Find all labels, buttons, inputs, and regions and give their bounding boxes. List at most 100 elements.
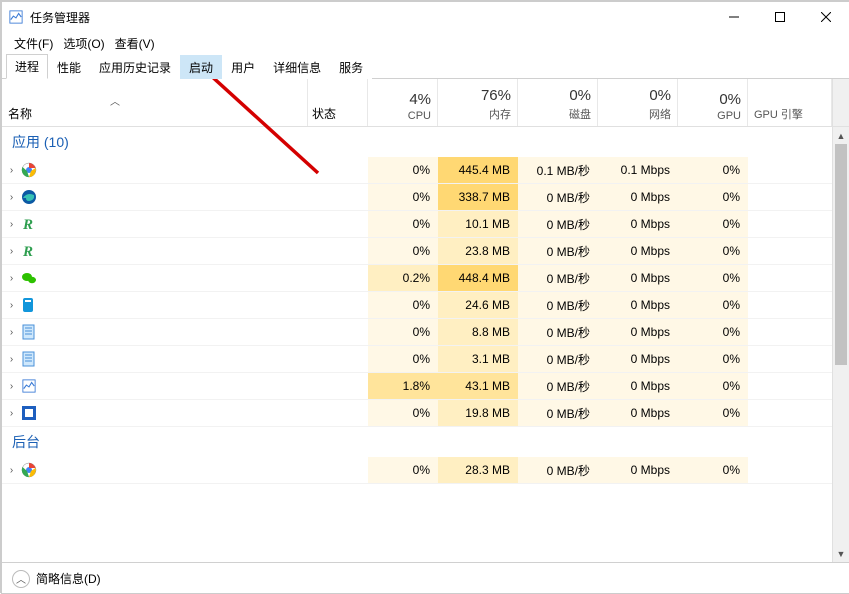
process-gpu-cell: 0% — [678, 373, 748, 399]
gpu-total-pct: 0% — [719, 91, 741, 108]
process-network-cell: 0 Mbps — [598, 292, 678, 318]
process-gpu-cell: 0% — [678, 400, 748, 426]
col-header-memory[interactable]: 76% 内存 — [438, 79, 518, 126]
process-name-cell: ›R — [2, 216, 308, 232]
gpu-engine-label: GPU 引擎 — [754, 106, 803, 122]
scroll-down-icon[interactable]: ▼ — [833, 545, 849, 562]
vertical-scrollbar[interactable]: ▲ ▼ — [832, 127, 849, 562]
expand-icon[interactable]: › — [6, 327, 17, 338]
process-cpu-cell: 0% — [368, 400, 438, 426]
process-gpu-cell: 0% — [678, 265, 748, 291]
scroll-thumb[interactable] — [835, 144, 847, 365]
scroll-up-icon[interactable]: ▲ — [833, 127, 849, 144]
process-name-cell: › — [2, 297, 308, 313]
expand-icon[interactable]: › — [6, 273, 17, 284]
group-background[interactable]: 后台 — [2, 427, 849, 457]
process-icon — [21, 405, 37, 421]
col-header-name[interactable]: 名称 ︿ — [2, 79, 308, 126]
menu-view[interactable]: 查看(V) — [111, 34, 159, 53]
net-label: 网络 — [649, 106, 671, 122]
tab-processes[interactable]: 进程 — [6, 54, 48, 79]
process-row[interactable]: ›0%8.8 MB0 MB/秒0 Mbps0% — [2, 319, 849, 346]
process-disk-cell: 0 MB/秒 — [518, 346, 598, 372]
fewer-details-label: 简略信息(D) — [36, 570, 101, 587]
col-header-network[interactable]: 0% 网络 — [598, 79, 678, 126]
expand-icon[interactable]: › — [6, 465, 17, 476]
process-disk-cell: 0 MB/秒 — [518, 211, 598, 237]
expand-icon[interactable]: › — [6, 408, 17, 419]
tab-startup[interactable]: 启动 — [180, 55, 222, 79]
sort-indicator-icon: ︿ — [110, 93, 120, 108]
process-memory-cell: 445.4 MB — [438, 157, 518, 183]
process-row[interactable]: ›R0%10.1 MB0 MB/秒0 Mbps0% — [2, 211, 849, 238]
fewer-details-toggle[interactable]: ︿ — [12, 570, 30, 588]
expand-icon[interactable]: › — [6, 381, 17, 392]
process-cpu-cell: 0% — [368, 292, 438, 318]
process-row[interactable]: ›0%24.6 MB0 MB/秒0 Mbps0% — [2, 292, 849, 319]
col-header-gpu-engine[interactable]: GPU 引擎 — [748, 79, 832, 126]
process-cpu-cell: 0% — [368, 184, 438, 210]
disk-label: 磁盘 — [569, 106, 591, 122]
process-memory-cell: 24.6 MB — [438, 292, 518, 318]
process-row[interactable]: ›0%19.8 MB0 MB/秒0 Mbps0% — [2, 400, 849, 427]
process-name-cell: › — [2, 378, 308, 394]
process-gpu-cell: 0% — [678, 184, 748, 210]
process-row[interactable]: ›0%445.4 MB0.1 MB/秒0.1 Mbps0% — [2, 157, 849, 184]
process-cpu-cell: 1.8% — [368, 373, 438, 399]
col-header-cpu[interactable]: 4% CPU — [368, 79, 438, 126]
process-disk-cell: 0 MB/秒 — [518, 319, 598, 345]
gpu-label: GPU — [717, 110, 741, 122]
tabs: 进程 性能 应用历史记录 启动 用户 详细信息 服务 — [2, 57, 849, 79]
close-button[interactable] — [803, 2, 849, 32]
process-gpu-cell: 0% — [678, 319, 748, 345]
process-icon — [21, 270, 37, 286]
maximize-button[interactable] — [757, 2, 803, 32]
expand-icon[interactable]: › — [6, 354, 17, 365]
minimize-button[interactable] — [711, 2, 757, 32]
process-cpu-cell: 0% — [368, 157, 438, 183]
process-gpu-cell: 0% — [678, 211, 748, 237]
process-row[interactable]: ›R0%23.8 MB0 MB/秒0 Mbps0% — [2, 238, 849, 265]
process-icon — [21, 351, 37, 367]
menu-file[interactable]: 文件(F) — [10, 34, 57, 53]
process-icon — [21, 297, 37, 313]
tab-users[interactable]: 用户 — [222, 55, 264, 79]
tab-services[interactable]: 服务 — [330, 55, 372, 79]
tab-app-history[interactable]: 应用历史记录 — [90, 55, 180, 79]
expand-icon[interactable]: › — [6, 300, 17, 311]
tab-details[interactable]: 详细信息 — [264, 55, 330, 79]
process-cpu-cell: 0% — [368, 457, 438, 483]
tab-performance[interactable]: 性能 — [48, 55, 90, 79]
scroll-track[interactable] — [833, 144, 849, 545]
process-row[interactable]: ›0.2%448.4 MB0 MB/秒0 Mbps0% — [2, 265, 849, 292]
svg-text:R: R — [22, 244, 33, 259]
expand-icon[interactable]: › — [6, 246, 17, 257]
expand-icon[interactable]: › — [6, 219, 17, 230]
process-row[interactable]: ›1.8%43.1 MB0 MB/秒0 Mbps0% — [2, 373, 849, 400]
process-network-cell: 0.1 Mbps — [598, 157, 678, 183]
process-disk-cell: 0 MB/秒 — [518, 238, 598, 264]
expand-icon[interactable]: › — [6, 192, 17, 203]
window-title: 任务管理器 — [30, 9, 711, 26]
process-gpu-cell: 0% — [678, 457, 748, 483]
process-row[interactable]: ›0%338.7 MB0 MB/秒0 Mbps0% — [2, 184, 849, 211]
process-memory-cell: 43.1 MB — [438, 373, 518, 399]
expand-icon[interactable]: › — [6, 165, 17, 176]
process-cpu-cell: 0% — [368, 238, 438, 264]
col-header-status[interactable]: 状态 — [308, 79, 368, 126]
process-icon: R — [21, 216, 37, 232]
col-header-gpu[interactable]: 0% GPU — [678, 79, 748, 126]
process-list: 名称 ︿ 状态 4% CPU 76% 内存 0% 磁盘 0% 网络 0% GPU… — [2, 79, 849, 562]
process-network-cell: 0 Mbps — [598, 238, 678, 264]
process-disk-cell: 0 MB/秒 — [518, 265, 598, 291]
process-network-cell: 0 Mbps — [598, 346, 678, 372]
group-apps[interactable]: 应用 (10) — [2, 127, 849, 157]
process-disk-cell: 0 MB/秒 — [518, 184, 598, 210]
process-network-cell: 0 Mbps — [598, 400, 678, 426]
menu-options[interactable]: 选项(O) — [59, 34, 108, 53]
mem-label: 内存 — [489, 106, 511, 122]
process-row[interactable]: ›0%28.3 MB0 MB/秒0 Mbps0% — [2, 457, 849, 484]
disk-total-pct: 0% — [569, 87, 591, 104]
col-header-disk[interactable]: 0% 磁盘 — [518, 79, 598, 126]
process-row[interactable]: ›0%3.1 MB0 MB/秒0 Mbps0% — [2, 346, 849, 373]
